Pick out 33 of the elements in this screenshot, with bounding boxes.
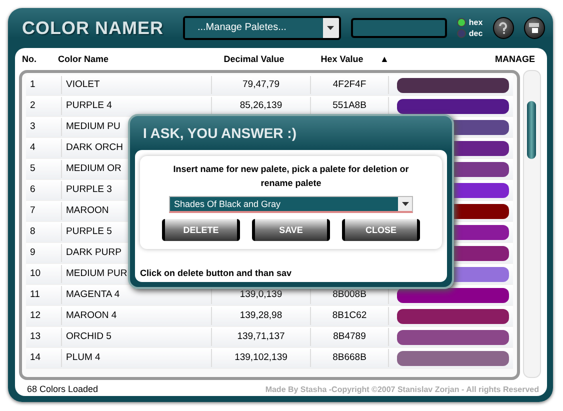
copyright-text: Made By Stasha -Copyright ©2007 Stanislav Zorjan - All rights Reserved [265, 384, 539, 394]
row-number: 8 [26, 223, 62, 241]
row-number: 14 [26, 349, 62, 367]
row-number: 12 [26, 307, 62, 325]
decimal-cell: 139,71,137 [237, 331, 285, 342]
hex-cell: 8B4789 [333, 331, 366, 342]
app-title: COLOR NAMER [22, 18, 164, 38]
row-number: 3 [26, 118, 62, 136]
row-number: 4 [26, 139, 62, 157]
decimal-cell: 139,28,98 [240, 310, 282, 321]
row-number: 5 [26, 160, 62, 178]
hex-cell: 8B668B [332, 352, 366, 363]
hex-cell: 4F2F4F [332, 79, 366, 90]
hex-cell: 8B1C62 [332, 310, 367, 321]
color-name-cell: VIOLET [62, 76, 212, 94]
decimal-cell: 139,0,139 [240, 289, 282, 300]
row-number: 11 [26, 286, 62, 304]
decimal-cell: 85,26,139 [240, 100, 282, 111]
row-number: 2 [26, 97, 62, 115]
row-number: 7 [26, 202, 62, 220]
hex-cell: 8B008B [332, 289, 366, 300]
row-number: 6 [26, 181, 62, 199]
color-name-cell: MAROON 4 [62, 307, 212, 325]
row-number: 9 [26, 244, 62, 262]
decimal-cell: 139,102,139 [234, 352, 288, 363]
row-number: 10 [26, 265, 62, 283]
decimal-cell: 79,47,79 [242, 79, 280, 90]
row-number: 1 [26, 76, 62, 94]
status-text: 68 Colors Loaded [27, 384, 98, 394]
color-name-cell: ORCHID 5 [62, 328, 212, 346]
hex-cell: 551A8B [332, 100, 366, 111]
row-number: 13 [26, 328, 62, 346]
color-name-cell: PLUM 4 [62, 349, 212, 367]
